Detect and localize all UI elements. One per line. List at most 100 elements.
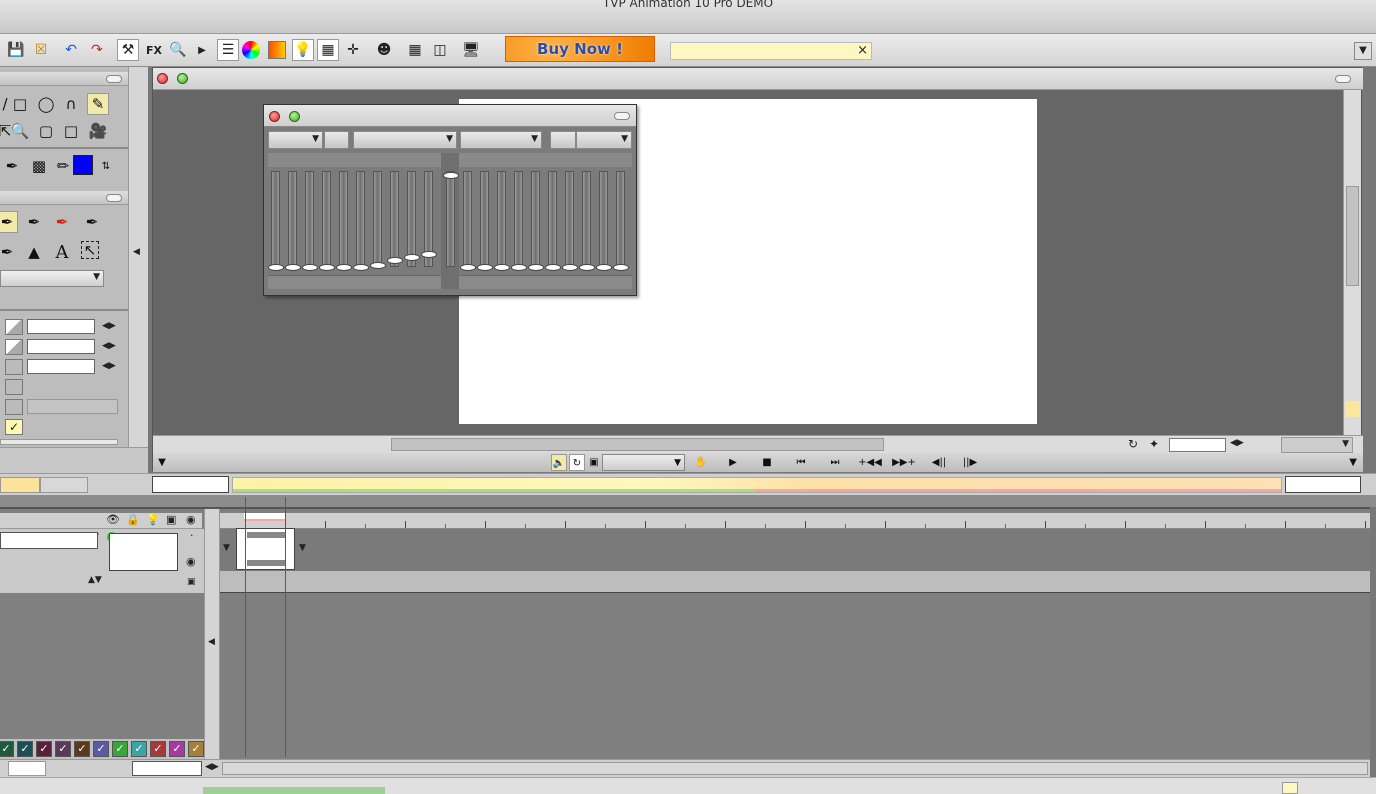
mixer-slider[interactable] — [268, 171, 284, 271]
scrollbar-thumb[interactable] — [1346, 186, 1359, 286]
slider-knob[interactable] — [370, 262, 386, 269]
status-indicator[interactable] — [1282, 782, 1298, 794]
chevron-down-icon[interactable]: ▼ — [299, 543, 306, 553]
palette-swatch[interactable]: ✓ — [0, 741, 14, 757]
palette-swatch[interactable]: ✓ — [17, 741, 33, 757]
mixer-slider[interactable] — [545, 171, 561, 271]
canvas-vertical-scrollbar[interactable] — [1343, 90, 1361, 435]
fit-icon[interactable]: ▣ — [587, 454, 601, 471]
ellipse-tool-icon[interactable]: ◯ — [35, 93, 57, 115]
slider-knob[interactable] — [302, 264, 318, 271]
zoom-stepper[interactable]: ◀▶ — [1230, 438, 1244, 448]
playback-speed-dropdown[interactable]: ▼ — [602, 454, 685, 471]
slider-knob[interactable] — [477, 264, 493, 271]
fx-button[interactable]: FX — [143, 39, 165, 61]
mixer-slider[interactable] — [613, 171, 629, 271]
size-field[interactable] — [27, 319, 95, 334]
grid-icon[interactable]: ▦ — [404, 39, 426, 61]
camera-icon[interactable]: ◉ — [186, 513, 196, 526]
timeline-splitter[interactable] — [0, 495, 1376, 507]
size-preset-icon[interactable] — [5, 319, 23, 335]
opacity-field[interactable] — [27, 339, 95, 354]
mixer-button[interactable] — [550, 131, 576, 149]
slider-knob[interactable] — [528, 264, 544, 271]
last-frame-button[interactable]: ⏭ — [823, 454, 847, 471]
range-mode-toggle[interactable] — [0, 477, 40, 493]
slider-knob[interactable] — [353, 264, 369, 271]
mixer-slider[interactable] — [596, 171, 612, 271]
mixer-slider[interactable] — [404, 171, 420, 267]
slider-knob[interactable] — [336, 264, 352, 271]
monitor-icon[interactable]: 🖥 — [460, 39, 482, 61]
close-icon[interactable]: × — [857, 43, 868, 58]
camera-icon[interactable]: ◉ — [186, 555, 196, 568]
mixer-slider[interactable] — [528, 171, 544, 271]
range-start-field[interactable] — [152, 476, 229, 493]
palette-swatch[interactable]: ✓ — [150, 741, 166, 757]
power-field[interactable] — [27, 359, 95, 374]
slider-knob[interactable] — [545, 264, 561, 271]
slider-knob[interactable] — [319, 264, 335, 271]
mixer-slider[interactable] — [579, 171, 595, 271]
range-option-button[interactable] — [40, 477, 88, 493]
option-toggle[interactable] — [5, 399, 23, 415]
layer-name-field[interactable] — [0, 532, 98, 549]
center-view-icon[interactable]: ✦ — [1149, 437, 1159, 451]
slider-knob[interactable] — [562, 264, 578, 271]
swap-colors-icon[interactable]: ⇅ — [95, 155, 117, 177]
mixer-slider[interactable] — [285, 171, 301, 271]
marker-brush-icon[interactable]: ✒ — [51, 211, 73, 233]
power-stepper[interactable]: ◀▶ — [102, 361, 116, 371]
search-input[interactable]: × — [670, 42, 872, 60]
palette-swatch[interactable]: ✓ — [112, 741, 128, 757]
mixer-dropdown-2[interactable]: ▼ — [353, 131, 457, 149]
text-tool-icon[interactable]: A — [51, 241, 73, 263]
add-icon[interactable]: ▣ — [187, 577, 196, 587]
close-window-button[interactable] — [157, 73, 168, 84]
collapse-button[interactable] — [1335, 75, 1351, 83]
tools-panel-scrollbar[interactable]: ◀ — [128, 67, 148, 447]
zoom-window-button[interactable] — [289, 111, 300, 122]
blur-tool-icon[interactable]: ▲ — [23, 241, 45, 263]
dot-icon[interactable]: · — [190, 529, 194, 542]
slider-knob[interactable] — [460, 264, 476, 271]
lock-icon[interactable]: 🔒 — [126, 513, 140, 526]
timeline-splitter-vertical[interactable]: ◀ — [204, 509, 220, 761]
mixer-slider[interactable] — [387, 171, 403, 267]
mask-icon[interactable]: ☻ — [373, 39, 395, 61]
fill-tool-icon[interactable]: ✎ — [87, 93, 109, 115]
color-wheel-icon[interactable] — [242, 41, 260, 59]
opacity-stepper[interactable]: ◀▶ — [102, 341, 116, 351]
slider-knob[interactable] — [268, 264, 284, 271]
smudge-tool-icon[interactable]: ✒ — [0, 241, 18, 263]
undo-icon[interactable]: ↶ — [60, 39, 82, 61]
slider-knob[interactable] — [421, 251, 437, 258]
mixer-slider[interactable] — [494, 171, 510, 271]
chevron-down-icon[interactable]: ▼ — [223, 543, 230, 553]
first-frame-button[interactable]: ⏮ — [789, 454, 813, 471]
zoom-tool-icon[interactable]: 🔍 — [9, 120, 31, 142]
scrollbar-thumb[interactable] — [391, 438, 884, 451]
arrow-down-icon[interactable]: ▼ — [1283, 454, 1361, 471]
slider-knob[interactable] — [596, 264, 612, 271]
fast-forward-button[interactable]: ▶▶+ — [889, 454, 919, 471]
mixer-dropdown-1[interactable]: ▼ — [268, 131, 323, 149]
zoom-window-button[interactable] — [177, 73, 188, 84]
palette-swatch[interactable]: ✓ — [131, 741, 147, 757]
timeline-track[interactable]: ▼ ▼ — [220, 529, 1370, 571]
mixer-slider[interactable] — [443, 171, 459, 267]
palette-field[interactable] — [8, 761, 46, 776]
mixer-slider[interactable] — [319, 171, 335, 271]
mixer-slider[interactable] — [460, 171, 476, 271]
palette-swatch[interactable]: ✓ — [74, 741, 90, 757]
gradient-icon[interactable] — [268, 41, 286, 59]
split-icon[interactable]: ◫ — [429, 39, 451, 61]
buy-now-button[interactable]: Buy Now ! — [505, 36, 655, 62]
mixer-dropdown-4[interactable]: ▼ — [576, 131, 632, 149]
mixer-slider[interactable] — [302, 171, 318, 271]
slider-knob[interactable] — [511, 264, 527, 271]
mixer-slider[interactable] — [562, 171, 578, 271]
view-mode-dropdown[interactable]: ▼ — [1281, 437, 1353, 453]
redo-icon[interactable]: ↷ — [86, 39, 108, 61]
pencil-brush-icon[interactable]: ✒ — [23, 211, 45, 233]
